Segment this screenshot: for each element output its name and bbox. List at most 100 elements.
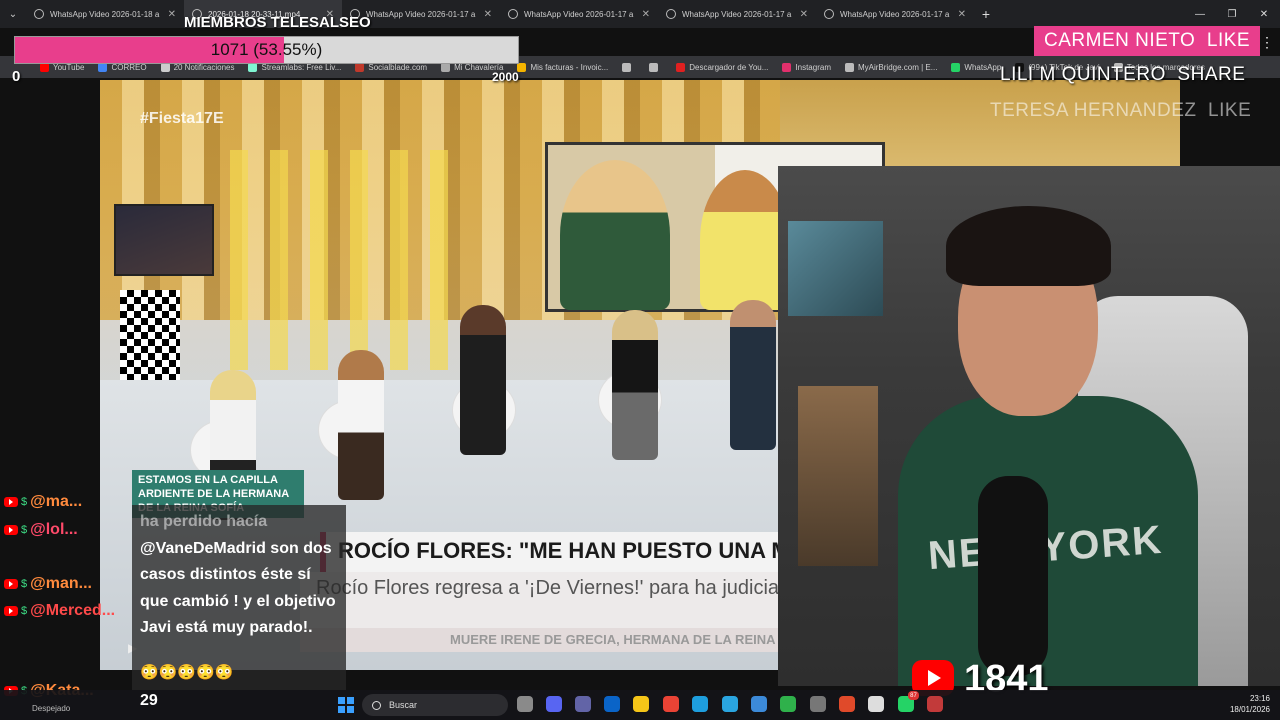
alert-name: CARMEN NIETO <box>1044 30 1196 51</box>
bookmark-favicon-icon <box>951 62 961 72</box>
chat-message-text: @VaneDeMadrid son dos casos distintos és… <box>140 539 336 637</box>
chat-username: @Merced... <box>30 602 116 619</box>
teams-icon[interactable] <box>575 696 591 712</box>
browser-tab[interactable]: WhatsApp Video 2026-01-17 a ✕ <box>500 0 658 28</box>
taskbar-search[interactable]: Buscar <box>362 694 508 716</box>
tv-small-screen <box>114 204 214 276</box>
chat-user: $ @man... <box>4 573 92 595</box>
alert-action: LIKE <box>1208 100 1252 121</box>
app-icon[interactable] <box>927 696 943 712</box>
file-explorer-icon[interactable] <box>633 696 649 712</box>
bookmark-favicon-icon <box>622 62 632 72</box>
tv-hashtag: #Fiesta17E <box>140 110 224 127</box>
close-tab-icon[interactable]: ✕ <box>168 9 176 20</box>
globe-icon <box>508 9 518 19</box>
screen: ⌄ WhatsApp Video 2026-01-18 a ✕ 2026-01-1… <box>0 0 1280 720</box>
member-badge-icon: $ <box>21 496 28 508</box>
member-badge-icon: $ <box>21 605 28 617</box>
close-tab-icon[interactable]: ✕ <box>958 9 966 20</box>
browser-tab[interactable]: WhatsApp Video 2026-01-18 a ✕ <box>26 0 184 28</box>
bookmark-favicon-icon <box>844 62 854 72</box>
chat-user: $ @ma... <box>4 491 82 513</box>
browser-icon[interactable] <box>751 696 767 712</box>
members-goal-min: 0 <box>12 68 21 85</box>
telegram-icon[interactable] <box>722 696 738 712</box>
edge-icon[interactable] <box>692 696 708 712</box>
members-goal-value: 1071 (53.55%) <box>210 40 323 59</box>
alert-older: TERESA HERNANDEZ LIKE <box>990 100 1251 122</box>
youtube-icon <box>4 497 18 507</box>
tv-ticker: MUERE IRENE DE GRECIA, HERMANA DE LA REI… <box>300 628 780 652</box>
alert-action: LIKE <box>1206 30 1251 51</box>
system-clock[interactable]: 23:16 18/01/2026 <box>1222 693 1270 715</box>
close-tab-icon[interactable]: ✕ <box>642 9 650 20</box>
chat-username: @ma... <box>30 493 83 510</box>
bookmark-item[interactable]: MyAirBridge.com | E... <box>844 62 937 72</box>
set-guest <box>730 300 776 450</box>
chat-emojis: 😳😳😳😳😳 <box>140 664 234 681</box>
microphone <box>978 476 1048 676</box>
tab-search-dropdown-icon[interactable]: ⌄ <box>0 0 26 28</box>
task-view-icon[interactable] <box>517 696 533 712</box>
browser-tab[interactable]: WhatsApp Video 2026-01-17 a ✕ <box>658 0 816 28</box>
set-guest <box>338 350 384 500</box>
streamer-webcam: NEW YORK <box>778 166 1280 686</box>
bookmark-favicon-icon <box>649 62 659 72</box>
weather-widget[interactable]: Despejado <box>32 704 70 713</box>
new-tab-icon[interactable]: + <box>974 6 998 22</box>
app-icon[interactable] <box>868 696 884 712</box>
bookmark-favicon-icon <box>782 62 792 72</box>
globe-icon <box>824 9 834 19</box>
members-goal-max: 2000 <box>492 70 519 84</box>
outlook-icon[interactable] <box>604 696 620 712</box>
alert-name: TERESA HERNANDEZ <box>990 100 1197 121</box>
bookmark-item[interactable]: Instagram <box>782 62 831 72</box>
window-controls: — ❐ ✕ <box>1184 0 1280 28</box>
close-tab-icon[interactable]: ✕ <box>484 9 492 20</box>
chat-user: $ @lol... <box>4 519 78 541</box>
alert-previous: LILI M QUINTERO SHARE <box>1000 64 1245 86</box>
alert-latest: CARMEN NIETO LIKE <box>1034 26 1261 56</box>
close-window-icon[interactable]: ✕ <box>1248 0 1280 28</box>
bookmark-item[interactable] <box>622 62 635 72</box>
tv-headline: ROCÍO FLORES: "ME HAN PUESTO UNA MANCHA … <box>320 532 780 572</box>
screen-guest-curly <box>700 170 790 310</box>
bookmark-favicon-icon <box>676 62 686 72</box>
close-tab-icon[interactable]: ✕ <box>800 9 808 20</box>
windows-start-icon[interactable] <box>338 697 354 713</box>
chat-username: @lol... <box>30 521 78 538</box>
notification-badge: 87 <box>908 691 919 700</box>
chrome-icon[interactable] <box>663 696 679 712</box>
maximize-icon[interactable]: ❐ <box>1216 0 1248 28</box>
search-icon <box>372 700 381 710</box>
bookmark-item[interactable] <box>649 62 662 72</box>
set-guest <box>460 305 506 455</box>
camtasia-icon[interactable] <box>780 696 796 712</box>
alert-action: SHARE <box>1177 64 1246 85</box>
members-goal-bar: 1071 (53.55%) <box>14 36 519 64</box>
cam-window <box>788 221 883 316</box>
browser-menu-icon[interactable]: ⋮ <box>1260 34 1274 51</box>
bookmark-item[interactable]: Mis facturas - Invoic... <box>517 62 608 72</box>
bookmark-item[interactable]: WhatsApp <box>951 62 1001 72</box>
bookmark-item[interactable]: Descargador de You... <box>676 62 768 72</box>
cam-shelf <box>798 386 878 566</box>
obs-icon[interactable] <box>810 696 826 712</box>
youtube-icon <box>4 525 18 535</box>
chat-message-previous: ha perdido hacía <box>140 513 268 530</box>
streamer-hair <box>946 206 1111 286</box>
globe-icon <box>34 9 44 19</box>
app-icon[interactable] <box>839 696 855 712</box>
minimize-icon[interactable]: — <box>1184 0 1216 28</box>
chat-user: $ @Merced... <box>4 600 115 622</box>
browser-tab[interactable]: WhatsApp Video 2026-01-17 a ✕ <box>816 0 974 28</box>
screen-guest-blonde <box>560 160 670 310</box>
chat-username: @man... <box>30 575 92 592</box>
set-guest <box>612 310 658 460</box>
overlay-counter: 29 <box>140 692 158 709</box>
alert-name: LILI M QUINTERO <box>1000 64 1166 85</box>
member-badge-icon: $ <box>21 578 28 590</box>
globe-icon <box>666 9 676 19</box>
youtube-icon <box>4 606 18 616</box>
discord-icon[interactable] <box>546 696 562 712</box>
